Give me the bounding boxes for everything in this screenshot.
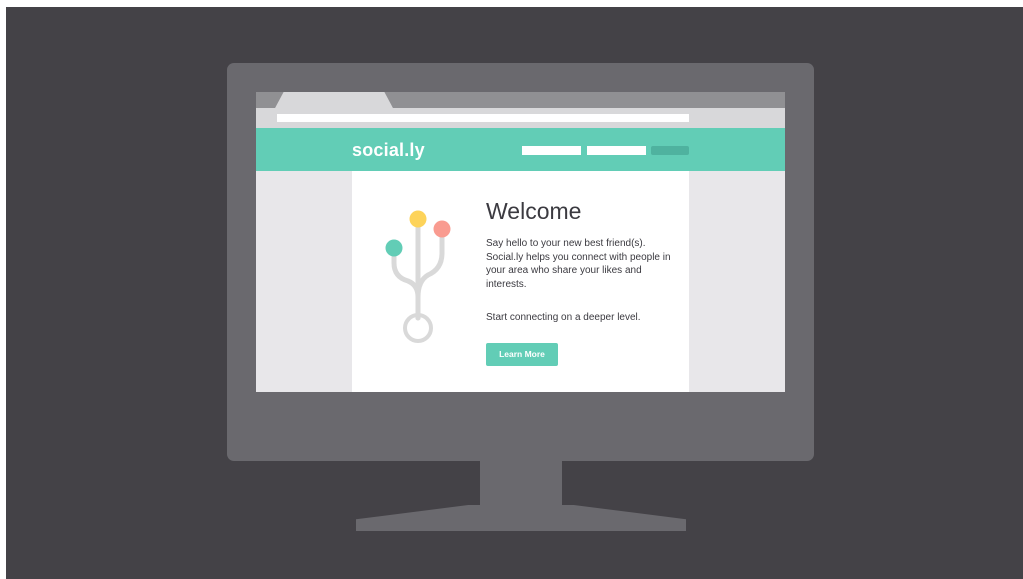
node-left-teal (385, 239, 403, 257)
nav-button[interactable] (651, 146, 689, 155)
welcome-card: Welcome Say hello to your new best frien… (352, 171, 689, 392)
nav-link-2[interactable] (587, 146, 646, 155)
site-logo[interactable]: social.ly (352, 140, 425, 160)
learn-more-button[interactable]: Learn More (486, 343, 558, 366)
intro-paragraph: Say hello to your new best friend(s). So… (486, 238, 671, 290)
monitor-neck (480, 461, 562, 507)
browser-tab-strip (256, 92, 785, 110)
page-title: Welcome (486, 198, 582, 224)
address-bar[interactable] (277, 114, 689, 122)
browser-toolbar (256, 108, 785, 128)
connection-tree-illustration (385, 210, 451, 343)
site-header: social.ly (256, 128, 785, 171)
tree-branch-right (415, 226, 445, 300)
nav-link-1[interactable] (522, 146, 581, 155)
node-right-coral (433, 220, 451, 238)
node-center-yellow (409, 210, 427, 228)
tree-branch-left (391, 246, 421, 321)
cta-paragraph: Start connecting on a deeper level. (486, 312, 641, 323)
monitor-screen: social.ly Welcome Say hello to your new … (256, 92, 785, 392)
